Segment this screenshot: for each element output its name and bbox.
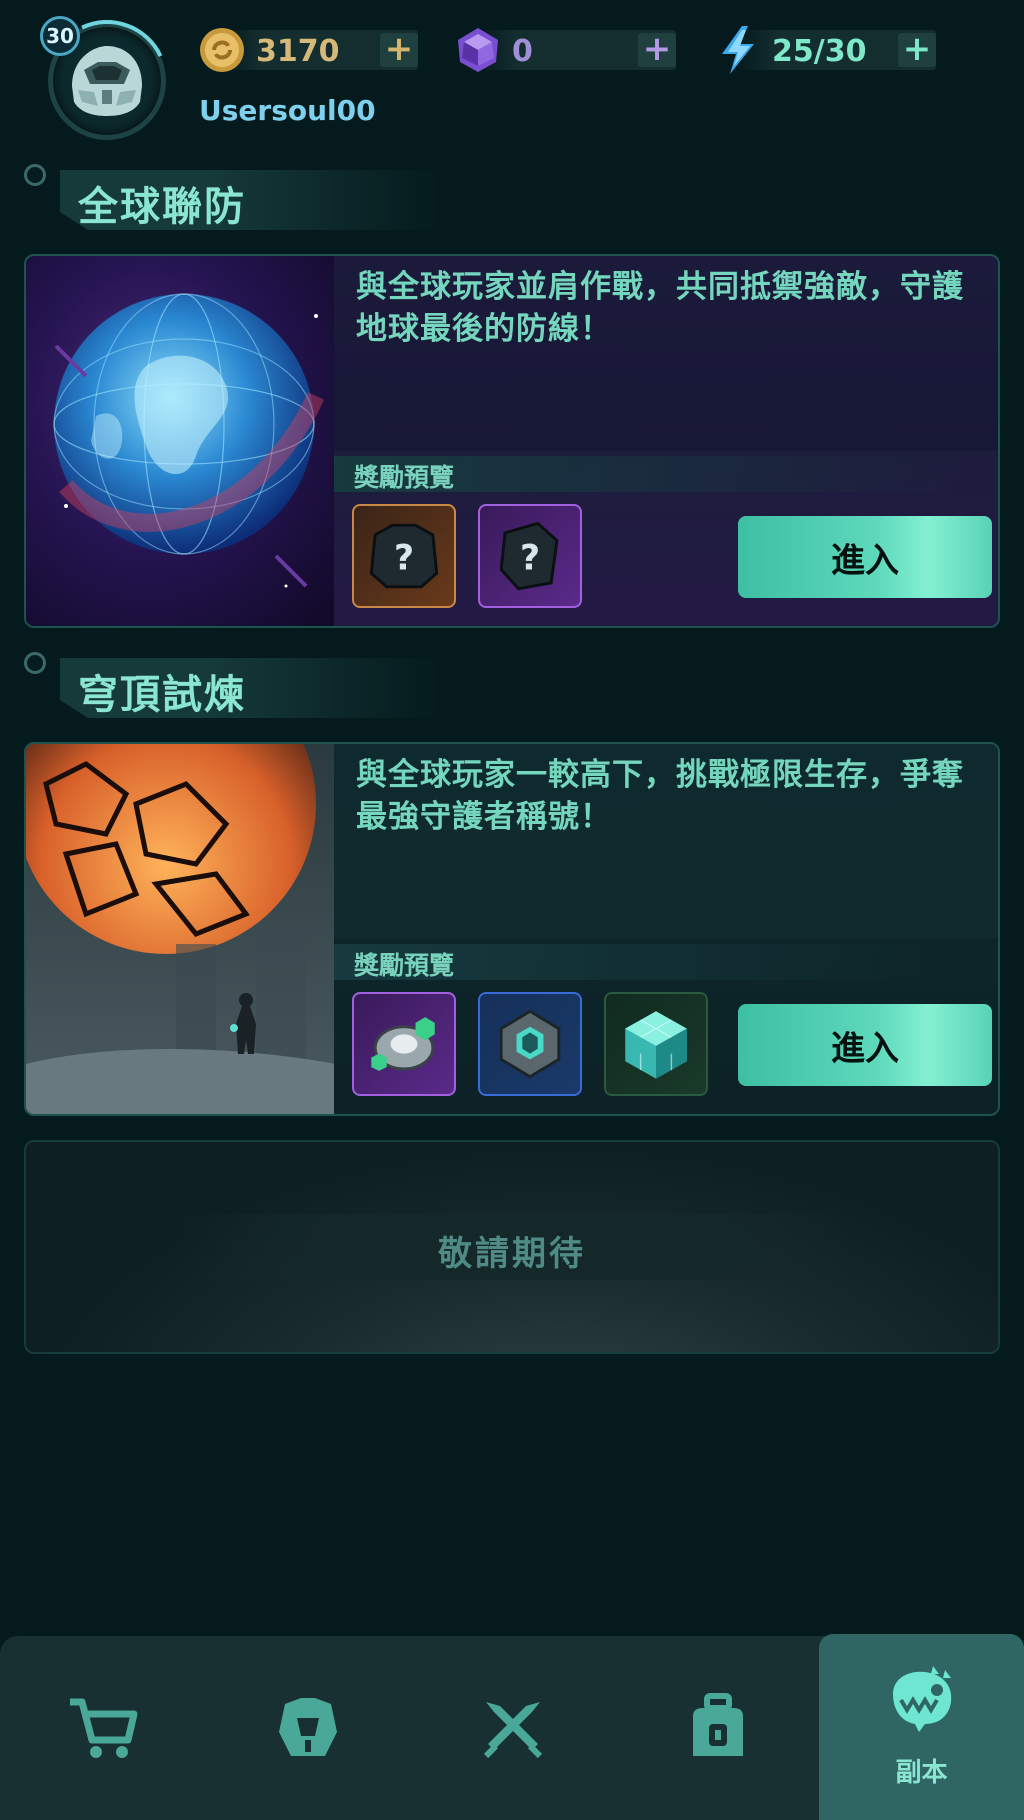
reward-item-mystery-armor-orange[interactable]: ? (352, 504, 456, 608)
username: Usersoul00 (199, 94, 376, 127)
reward-preview-label: 獎勵預覽 (354, 951, 455, 980)
armor-icon (279, 1698, 337, 1756)
crossed-swords-icon (483, 1702, 543, 1759)
add-gold-button[interactable]: + (380, 32, 418, 67)
player-avatar[interactable]: 30 (28, 2, 186, 160)
nav-armor[interactable] (205, 1636, 410, 1820)
description-panel: 與全球玩家並肩作戰，共同抵禦強敵，守護地球最後的防線！ (334, 256, 998, 450)
nav-dungeon[interactable]: 副本 (819, 1634, 1024, 1820)
section-description: 與全球玩家並肩作戰，共同抵禦強敵，守護地球最後的防線！ (356, 269, 964, 347)
reward-item-mystery-armor-purple[interactable]: ? (478, 504, 582, 608)
section-header-dome-trial: 穹頂試煉 (24, 652, 444, 722)
description-panel: 與全球玩家一較高下，挑戰極限生存，爭奪最強守護者稱號！ (334, 744, 998, 938)
core-module-icon (499, 1009, 561, 1079)
level-badge: 30 (40, 16, 80, 56)
enter-button-global-defense[interactable]: 進入 (738, 516, 992, 598)
add-energy-button[interactable]: + (898, 32, 936, 67)
helmet-icon (72, 46, 142, 116)
enter-button-dome-trial[interactable]: 進入 (738, 1004, 992, 1086)
svg-text:?: ? (520, 538, 540, 578)
add-gems-button[interactable]: + (638, 32, 676, 67)
section-header-global-defense: 全球聯防 (24, 164, 444, 234)
dome-trial-card: 與全球玩家一較高下，挑戰極限生存，爭奪最強守護者稱號！ 獎勵預覽 進入 (24, 742, 1000, 1116)
header-node (24, 164, 46, 186)
reward-preview-header: 獎勵預覽 (334, 944, 974, 980)
section-description: 與全球玩家一較高下，挑戰極限生存，爭奪最強守護者稱號！ (356, 757, 964, 835)
mystery-armor-icon: ? (369, 523, 439, 589)
nav-shop[interactable] (0, 1636, 205, 1820)
reward-item-core-module-purple[interactable] (352, 992, 456, 1096)
nav-backpack[interactable] (615, 1636, 820, 1820)
monster-icon (893, 1666, 952, 1732)
bottom-nav: 副本 (0, 1634, 1024, 1820)
header-node (24, 652, 46, 674)
energy-amount: 25/30 (772, 34, 867, 69)
global-defense-card: 與全球玩家並肩作戰，共同抵禦強敵，守護地球最後的防線！ 獎勵預覽 ? ? 進入 (24, 254, 1000, 628)
svg-text:?: ? (394, 538, 414, 578)
top-bar: 30 Usersoul00 3170 + 0 + 25/30 + (0, 0, 1024, 160)
gem-amount: 0 (512, 34, 533, 69)
section-title: 穹頂試煉 (78, 672, 246, 718)
backpack-icon (693, 1693, 743, 1756)
core-module-icon (371, 1017, 435, 1071)
gold-counter: 3170 + (200, 28, 418, 72)
energy-counter: 25/30 + (722, 26, 936, 74)
crystal-cube-icon (625, 1011, 687, 1079)
gem-icon (458, 28, 498, 72)
reward-preview-header: 獎勵預覽 (334, 456, 974, 492)
coming-soon-label: 敬請期待 (438, 1234, 586, 1274)
earth-warning-image (26, 256, 336, 626)
lightning-icon (722, 26, 754, 74)
reward-item-crystal-cube-green[interactable] (604, 992, 708, 1096)
gold-coin-icon (200, 28, 244, 72)
nav-battle[interactable] (410, 1636, 615, 1820)
gold-amount: 3170 (256, 34, 340, 69)
coming-soon-card: 敬請期待 (24, 1140, 1000, 1354)
cart-icon (70, 1698, 138, 1758)
reward-preview-label: 獎勵預覽 (354, 463, 455, 492)
mystery-armor-icon: ? (499, 521, 559, 591)
burning-planet-image (26, 744, 336, 1114)
nav-dungeon-label: 副本 (895, 1758, 948, 1788)
section-title: 全球聯防 (78, 184, 246, 230)
reward-item-core-module-blue[interactable] (478, 992, 582, 1096)
gem-counter: 0 + (458, 28, 676, 72)
